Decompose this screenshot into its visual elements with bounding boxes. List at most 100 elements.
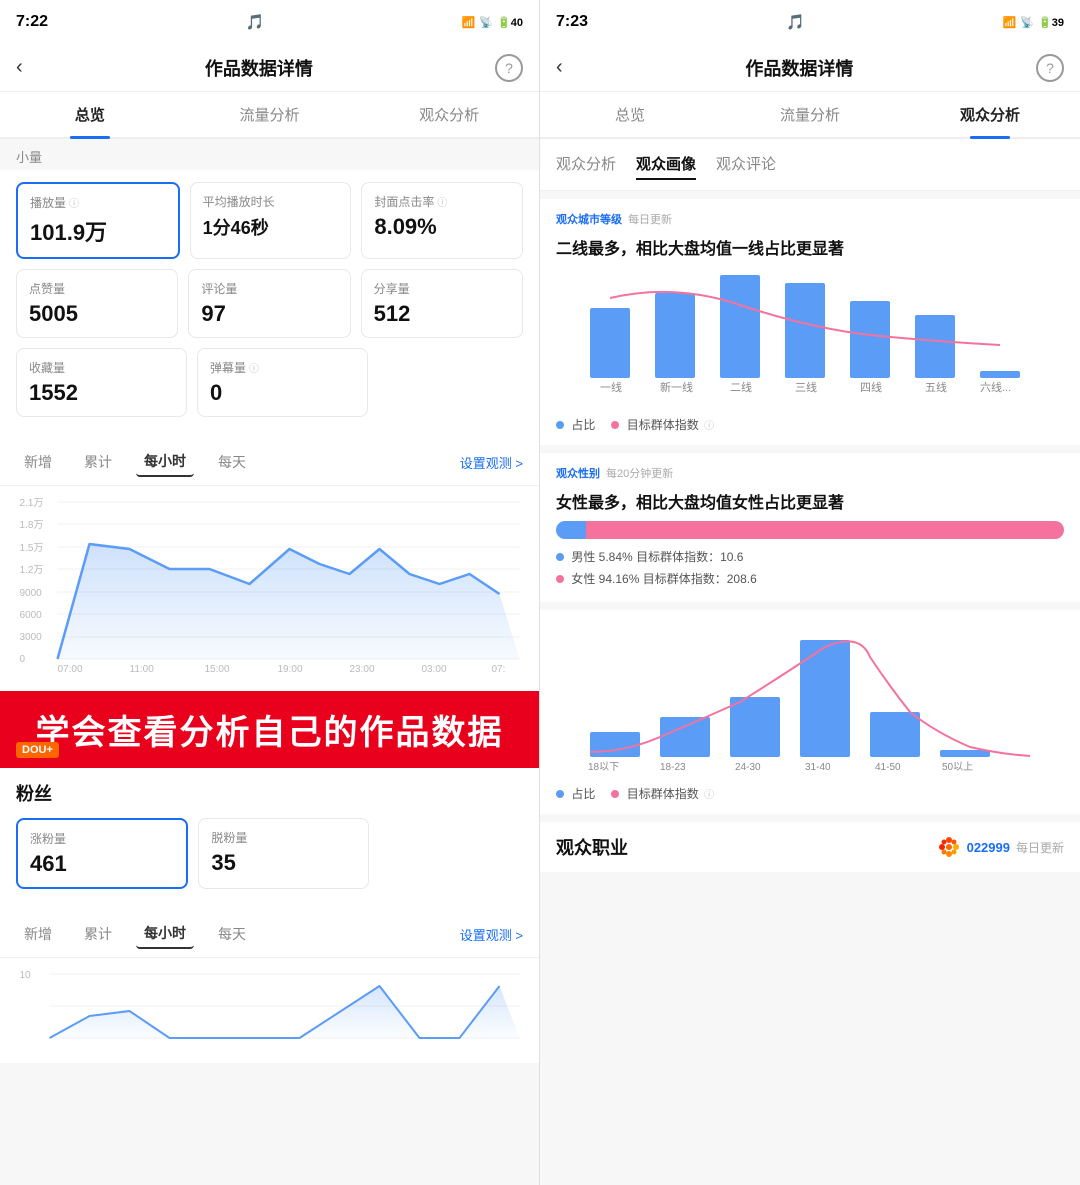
right-tab-overview[interactable]: 总览 [540, 92, 720, 137]
left-page-title: 作品数据详情 [205, 55, 313, 81]
city-meta: 观众城市等级 每日更新 [556, 211, 1064, 227]
chart-tab-new[interactable]: 新增 [16, 448, 60, 476]
fans-chart-tab-cumulative[interactable]: 累计 [76, 920, 120, 948]
comment-value: 97 [201, 301, 337, 327]
age-legend: 占比 目标群体指数 ⓘ [556, 785, 1064, 802]
profession-section: 观众职业 022999 每日更新 [540, 822, 1080, 872]
barrage-label: 弹幕量 ⓘ [210, 359, 355, 376]
barrage-card: 弹幕量 ⓘ 0 [197, 348, 368, 417]
right-tiktok-icon: 🎵 [786, 13, 805, 31]
left-stats-row-1: 播放量 ⓘ 101.9万 平均播放时长 1分46秒 封面点击率 ⓘ 8.09% [16, 182, 523, 259]
left-status-icons: 📶 📡 🔋40 [462, 16, 523, 29]
wifi-icon: 📡 [479, 16, 493, 29]
info-icon2: ⓘ [437, 194, 447, 209]
sub-tab-comment[interactable]: 观众评论 [716, 149, 776, 180]
right-back-button[interactable]: ‹ [556, 56, 563, 79]
age-index-dot [611, 790, 619, 798]
svg-text:18-23: 18-23 [660, 762, 686, 772]
left-time: 7:22 [16, 13, 48, 31]
svg-text:24-30: 24-30 [735, 762, 761, 772]
profession-meta: 022999 每日更新 [937, 835, 1064, 859]
gender-bar [556, 521, 1064, 539]
age-legend-ratio: 占比 [556, 785, 595, 802]
left-status-bar: 7:22 🎵 📶 📡 🔋40 [0, 0, 539, 44]
cover-click-value: 8.09% [374, 214, 510, 240]
play-count-value: 101.9万 [30, 215, 166, 247]
svg-text:二线: 二线 [730, 380, 752, 394]
like-card: 点赞量 5005 [16, 269, 178, 338]
svg-text:10: 10 [20, 970, 32, 981]
city-info-icon: ⓘ [704, 421, 714, 432]
right-tab-traffic[interactable]: 流量分析 [720, 92, 900, 137]
age-chart-wrapper: 18以下 18-23 24-30 31-40 41-50 50以上 [556, 622, 1064, 777]
gain-fans-value: 461 [30, 851, 174, 877]
gender-stats: 男性 5.84% 目标群体指数：10.6 女性 94.16% 目标群体指数：20… [556, 547, 1064, 590]
right-help-button[interactable]: ? [1036, 54, 1064, 82]
left-page-header: ‹ 作品数据详情 ? [0, 44, 539, 92]
left-line-chart: 2.1万 1.8万 1.5万 1.2万 9000 6000 3000 0 [0, 486, 539, 691]
like-value: 5005 [29, 301, 165, 327]
fans-line-chart: 10 [0, 958, 539, 1063]
age-section: 18以下 18-23 24-30 31-40 41-50 50以上 占比 目标群… [540, 610, 1080, 814]
share-card: 分享量 512 [361, 269, 523, 338]
svg-text:3000: 3000 [20, 632, 43, 643]
collect-label: 收藏量 [29, 359, 174, 376]
svg-text:23:00: 23:00 [350, 664, 375, 674]
fans-chart-tab-daily[interactable]: 每天 [210, 920, 254, 948]
signal-icon: 📶 [462, 16, 476, 29]
sub-tab-portrait[interactable]: 观众画像 [636, 149, 696, 180]
chart-tab-hourly[interactable]: 每小时 [136, 447, 194, 477]
left-stats-row-3: 收藏量 1552 弹幕量 ⓘ 0 [16, 348, 523, 417]
line-chart-svg: 2.1万 1.8万 1.5万 1.2万 9000 6000 3000 0 [16, 494, 523, 674]
city-tier-section: 观众城市等级 每日更新 二线最多，相比大盘均值一线占比更显著 [540, 199, 1080, 445]
sub-tab-analysis[interactable]: 观众分析 [556, 149, 616, 180]
profession-header: 观众职业 022999 每日更新 [556, 834, 1064, 860]
avg-play-label: 平均播放时长 [203, 193, 339, 210]
comment-label: 评论量 [201, 280, 337, 297]
age-info-icon: ⓘ [704, 790, 714, 801]
right-signal-icon: 📶 [1003, 16, 1017, 29]
svg-text:03:00: 03:00 [422, 664, 447, 674]
age-ratio-dot [556, 790, 564, 798]
left-back-button[interactable]: ‹ [16, 56, 23, 79]
left-tab-audience[interactable]: 观众分析 [359, 92, 539, 137]
play-count-label: 播放量 ⓘ [30, 194, 166, 211]
fans-chart-settings[interactable]: 设置观测 > [460, 925, 523, 944]
chart-settings-button[interactable]: 设置观测 > [460, 453, 523, 472]
city-legend-index: 目标群体指数 ⓘ [611, 416, 714, 433]
fans-chart-tab-new[interactable]: 新增 [16, 920, 60, 948]
city-meta-label: 观众城市等级 [556, 211, 622, 227]
svg-text:1.5万: 1.5万 [20, 543, 44, 554]
collect-value: 1552 [29, 380, 174, 406]
left-tabs: 总览 流量分析 观众分析 [0, 92, 539, 139]
chart-tab-cumulative[interactable]: 累计 [76, 448, 120, 476]
fans-chart-tab-hourly[interactable]: 每小时 [136, 919, 194, 949]
svg-text:新一线: 新一线 [660, 380, 693, 394]
fans-title: 粉丝 [16, 780, 523, 806]
svg-text:一线: 一线 [600, 380, 622, 394]
share-label: 分享量 [374, 280, 510, 297]
left-tab-overview[interactable]: 总览 [0, 92, 180, 137]
svg-text:1.2万: 1.2万 [20, 565, 44, 576]
left-tab-traffic[interactable]: 流量分析 [180, 92, 360, 137]
collect-card: 收藏量 1552 [16, 348, 187, 417]
left-section-label: 小量 [0, 139, 539, 170]
svg-text:50以上: 50以上 [942, 761, 973, 772]
svg-text:07:: 07: [492, 664, 506, 674]
right-tab-audience[interactable]: 观众分析 [900, 92, 1080, 137]
chart-tab-daily[interactable]: 每天 [210, 448, 254, 476]
city-title: 二线最多，相比大盘均值一线占比更显著 [556, 235, 1064, 259]
battery-icon: 🔋40 [497, 16, 523, 29]
fans-section: 粉丝 涨粉量 461 脱粉量 35 [0, 768, 539, 911]
left-help-button[interactable]: ? [495, 54, 523, 82]
avg-play-card: 平均播放时长 1分46秒 [190, 182, 352, 259]
right-tabs: 总览 流量分析 观众分析 [540, 92, 1080, 139]
gender-bar-female [586, 521, 1064, 539]
svg-text:五线: 五线 [925, 380, 947, 394]
svg-text:11:00: 11:00 [130, 664, 155, 674]
svg-text:四线: 四线 [860, 380, 882, 394]
profession-brand: 022999 [967, 840, 1010, 855]
red-banner-text: 学会查看分析自己的作品数据 [36, 705, 504, 754]
gender-section: 观众性别 每20分钟更新 女性最多，相比大盘均值女性占比更显著 男性 5.84%… [540, 453, 1080, 602]
svg-text:19:00: 19:00 [278, 664, 303, 674]
